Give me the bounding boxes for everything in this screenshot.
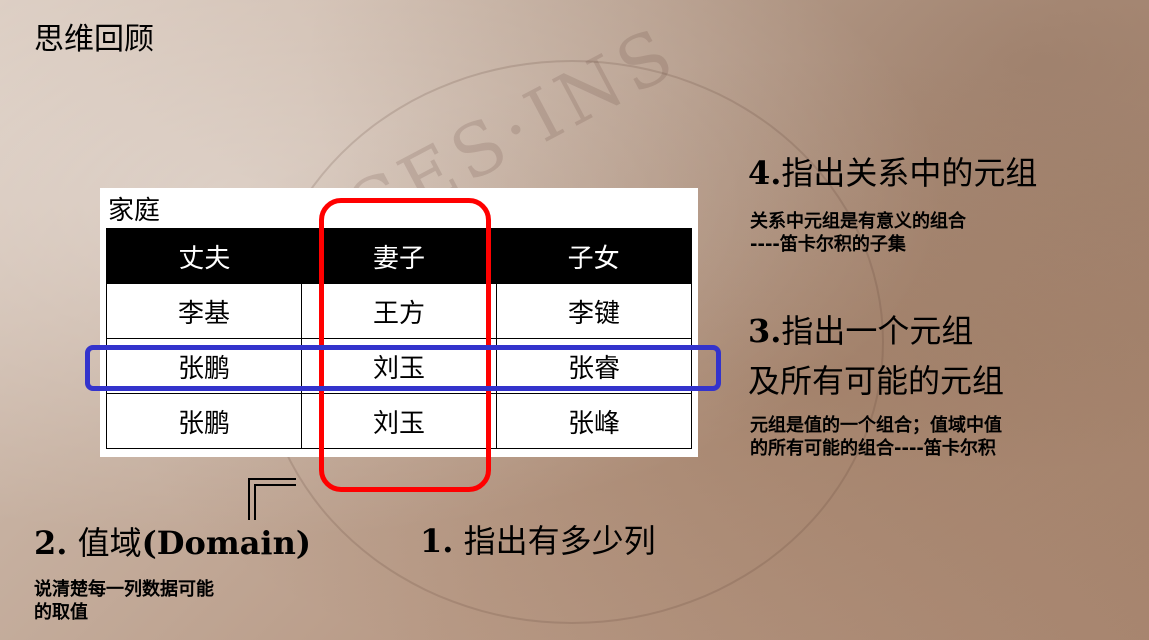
point3-description: 元组是值的一个组合；值域中值 的所有可能的组合----笛卡尔积 [750, 415, 1002, 459]
column-header: 子女 [567, 243, 620, 274]
point2-title: 2. 值域(Domain) [34, 524, 311, 562]
point3-title: 3.指出一个元组 及所有可能的元组 [748, 312, 1005, 400]
point4-number: 4. [748, 154, 782, 192]
point1-number: 1. [420, 522, 454, 560]
table-cell: 张峰 [496, 394, 691, 448]
table-cell: 张鹏 [177, 408, 230, 439]
page-title: 思维回顾 [34, 22, 154, 57]
point3-number: 3. [748, 312, 782, 350]
domain-pointer-line [248, 478, 296, 520]
point2-number: 2. [34, 524, 68, 562]
point4-description: 关系中元组是有意义的组合 ----笛卡尔积的子集 [750, 211, 966, 255]
row-highlight-box [85, 345, 721, 391]
point4-title: 4.指出关系中的元组 [748, 154, 1038, 192]
point2-description: 说清楚每一列数据可能 的取值 [34, 579, 214, 623]
column-header: 丈夫 [178, 243, 231, 274]
point1-title: 1. 指出有多少列 [420, 522, 656, 560]
table-cell: 李基 [177, 298, 230, 329]
table-cell: 李键 [496, 284, 691, 338]
